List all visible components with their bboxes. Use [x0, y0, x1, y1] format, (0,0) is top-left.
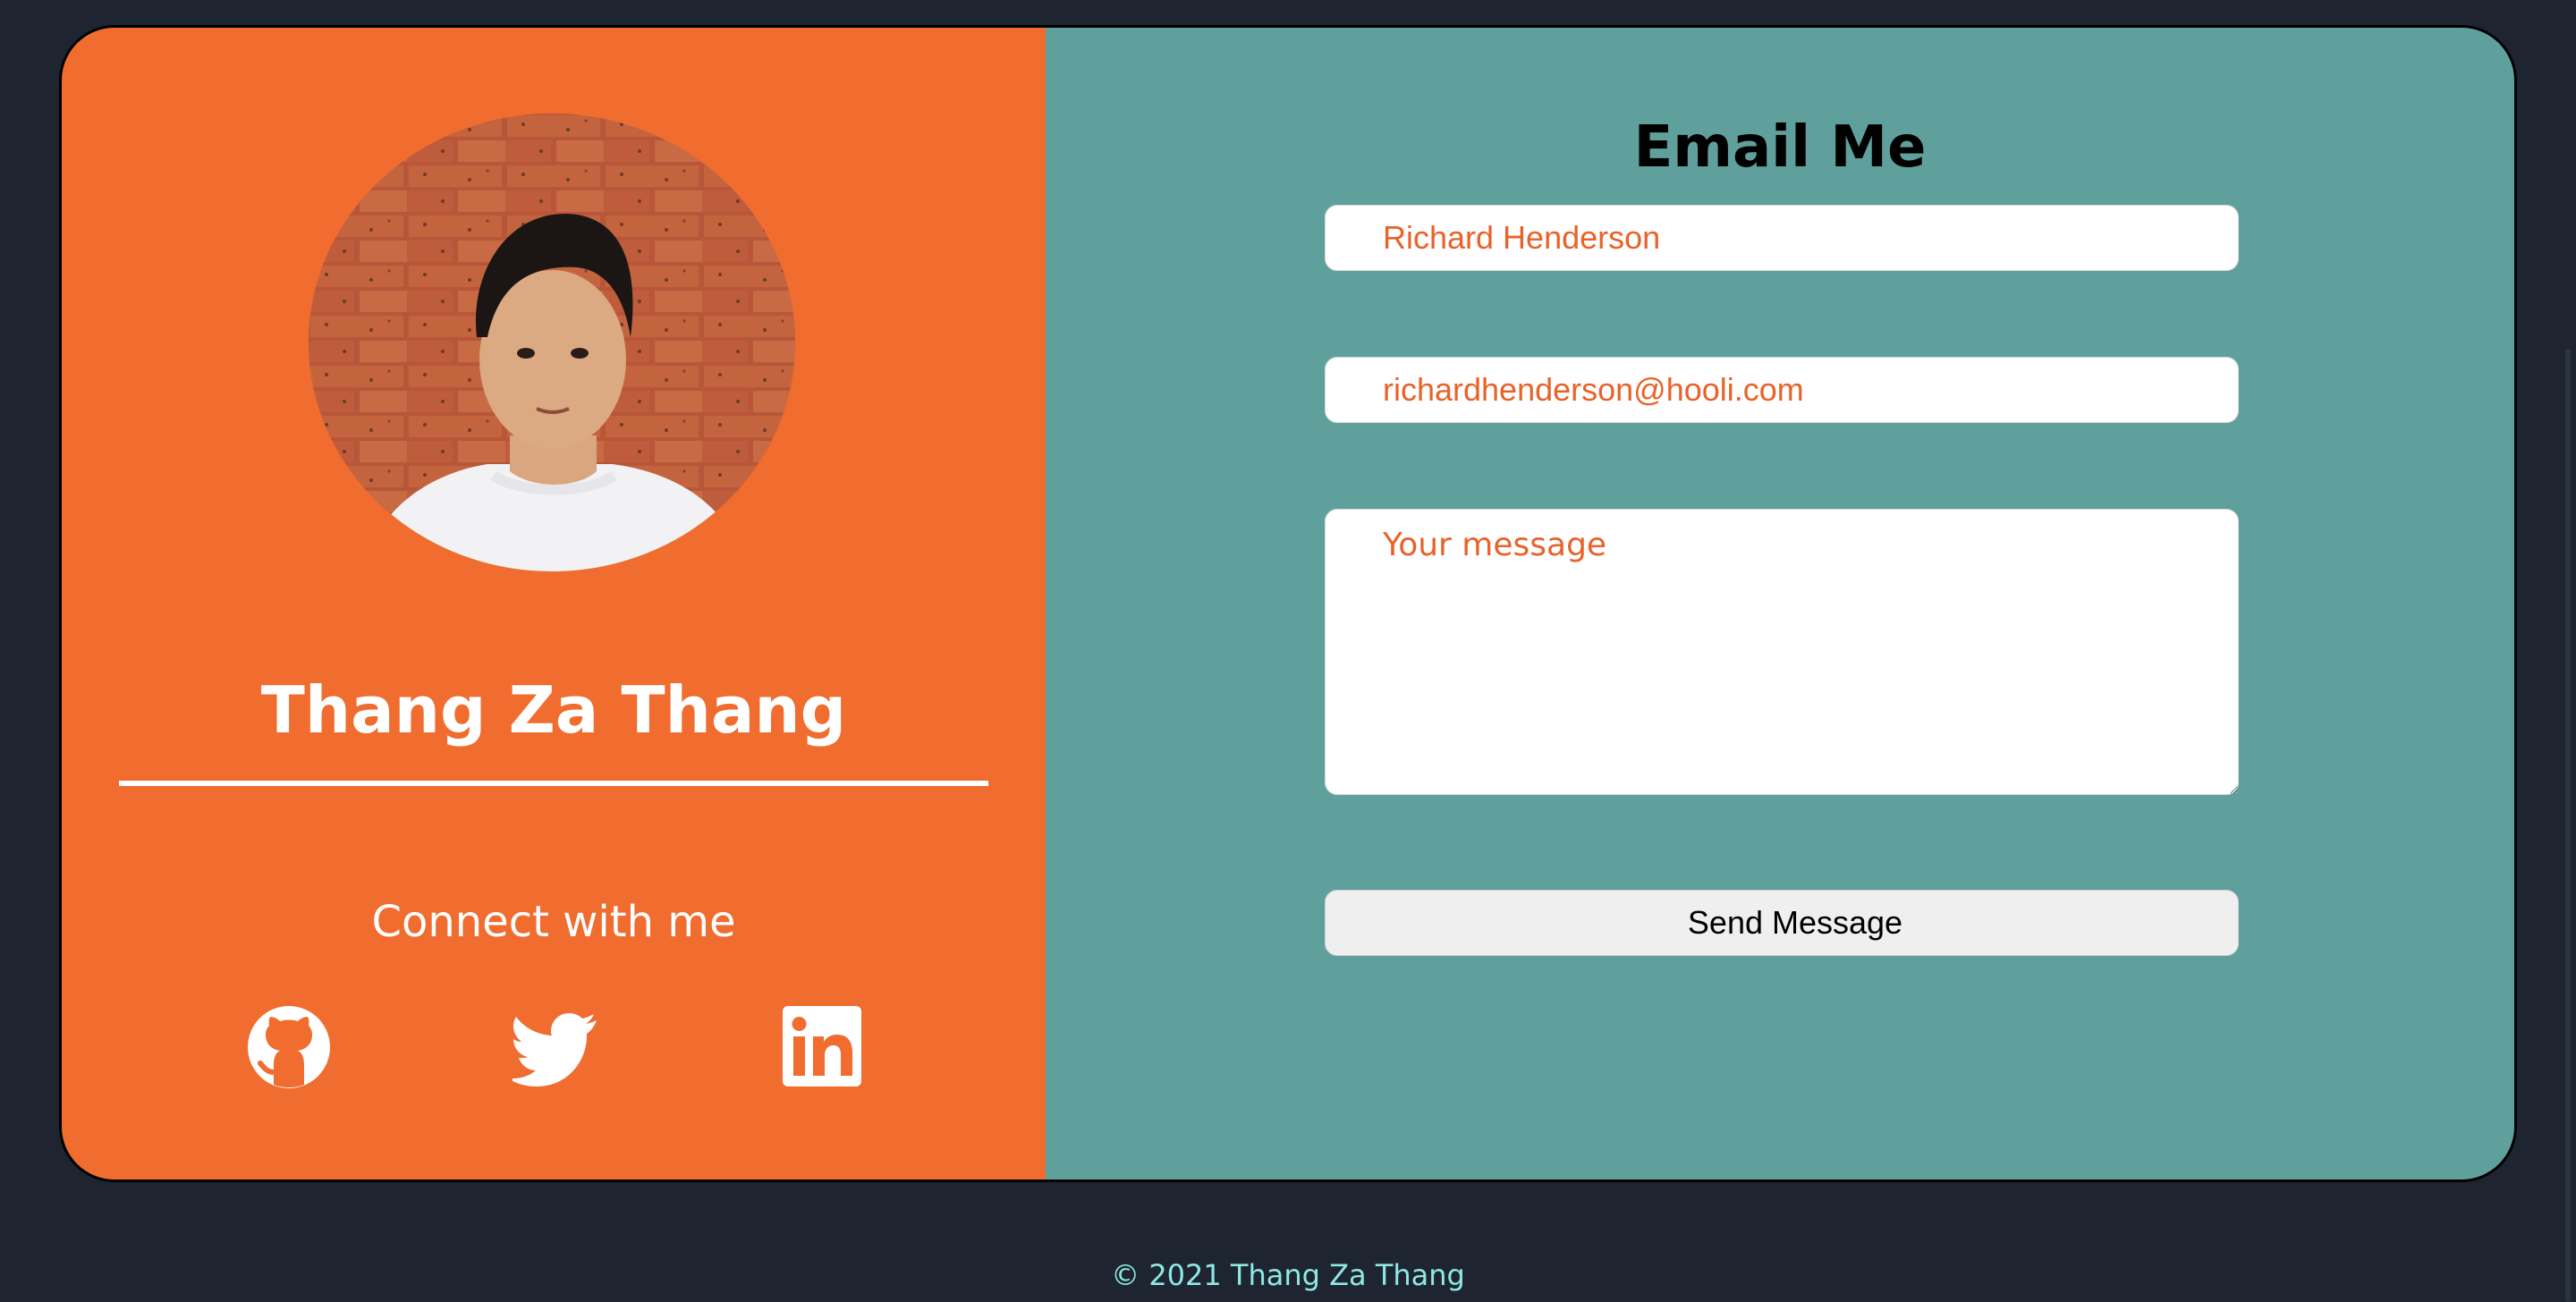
send-message-button[interactable]: Send Message — [1325, 890, 2239, 956]
scrollbar[interactable] — [2565, 349, 2571, 1302]
footer-copyright: © 2021 Thang Za Thang — [1111, 1258, 1465, 1292]
form-title: Email Me — [1633, 114, 1927, 181]
twitter-icon[interactable] — [513, 1002, 602, 1092]
message-textarea[interactable] — [1325, 509, 2239, 795]
contact-page: Thang Za Thang Connect with me Email Me … — [0, 0, 2576, 1302]
profile-photo — [309, 114, 795, 571]
connect-label: Connect with me — [371, 897, 736, 947]
profile-panel: Thang Za Thang Connect with me — [62, 28, 1046, 1179]
email-panel: Email Me Send Message — [1046, 28, 2514, 1179]
linkedin-icon[interactable] — [777, 1002, 867, 1092]
github-icon[interactable] — [244, 1002, 334, 1092]
name-input[interactable] — [1325, 205, 2239, 271]
profile-name: Thang Za Thang — [260, 672, 847, 748]
contact-card: Thang Za Thang Connect with me Email Me … — [59, 25, 2517, 1182]
email-input[interactable] — [1325, 357, 2239, 423]
divider — [119, 781, 988, 786]
